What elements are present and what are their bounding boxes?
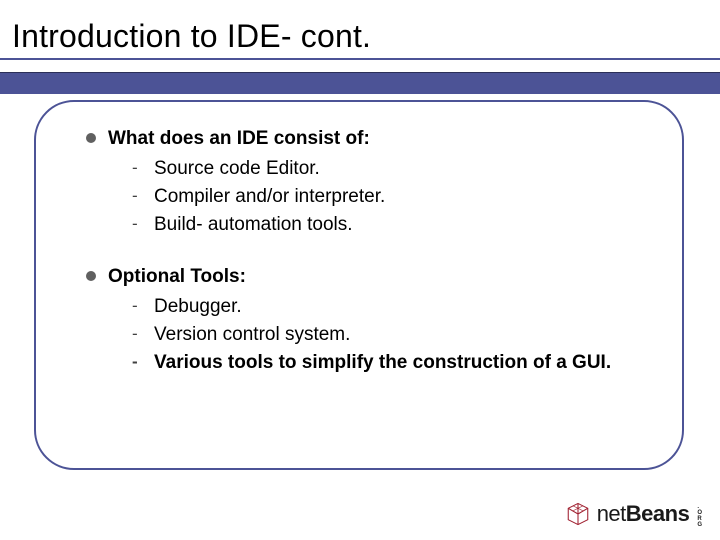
slide: Introduction to IDE- cont. What does an … xyxy=(0,0,720,540)
title-area: Introduction to IDE- cont. xyxy=(0,0,720,78)
slide-title: Introduction to IDE- cont. xyxy=(12,18,720,55)
content-card: What does an IDE consist of: Source code… xyxy=(34,100,684,470)
bullet-l2: Compiler and/or interpreter. xyxy=(132,184,642,210)
bullet-l1: Optional Tools: xyxy=(86,264,642,290)
logo-part2: Beans xyxy=(626,501,690,526)
sub-list: Debugger. Version control system. Variou… xyxy=(86,294,642,377)
sub-list: Source code Editor. Compiler and/or inte… xyxy=(86,156,642,239)
logo-part1: net xyxy=(597,501,626,526)
bullet-l2: Build- automation tools. xyxy=(132,212,642,238)
cube-icon xyxy=(565,501,591,527)
footer-logo: netBeans .ORG xyxy=(565,500,702,528)
logo-text: netBeans xyxy=(597,501,690,527)
bullet-l1: What does an IDE consist of: xyxy=(86,126,642,152)
logo-org: .ORG xyxy=(697,504,702,528)
bullet-l2: Version control system. xyxy=(132,322,642,348)
title-stripe xyxy=(0,72,720,94)
bullet-l2: Debugger. xyxy=(132,294,642,320)
bullet-group: Optional Tools: Debugger. Version contro… xyxy=(86,264,642,376)
bullet-l2: Source code Editor. xyxy=(132,156,642,182)
bullet-group: What does an IDE consist of: Source code… xyxy=(86,126,642,238)
bullet-l2: Various tools to simplify the constructi… xyxy=(132,350,642,376)
